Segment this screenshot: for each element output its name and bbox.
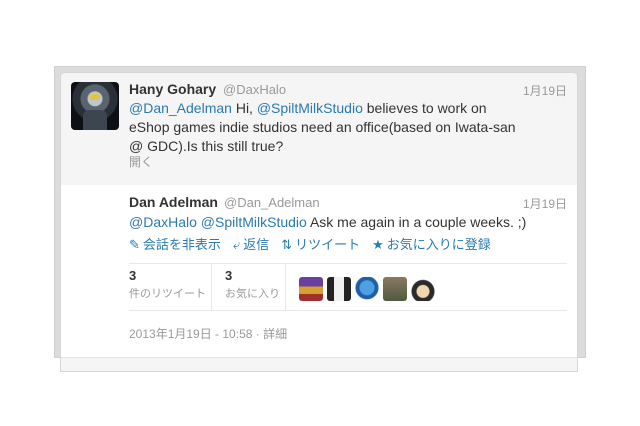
original-tweet[interactable]: Hany Gohary @DaxHalo 1月19日 @Dan_Adelman …: [61, 73, 577, 186]
favorite-button[interactable]: ★ お気に入りに登録: [372, 234, 491, 253]
expand-link[interactable]: 開く: [129, 153, 153, 170]
avatar-visor: [90, 94, 100, 100]
retweet-icon: ⇅: [281, 237, 293, 252]
tweet-text: @DaxHalo @SpiltMilkStudio Ask me again i…: [129, 213, 559, 232]
tweet-date[interactable]: 1月19日: [523, 82, 567, 99]
divider: [211, 264, 212, 310]
reply-button[interactable]: ⤶ 返信: [233, 234, 269, 253]
reply-tweet[interactable]: Dan Adelman @Dan_Adelman 1月19日 @DaxHalo …: [61, 185, 577, 371]
retweet-button[interactable]: ⇅ リツイート: [281, 234, 360, 253]
mention-link[interactable]: @SpiltMilkStudio: [257, 100, 363, 116]
mention-link[interactable]: @DaxHalo: [129, 214, 197, 230]
panel-footer: [61, 357, 577, 371]
author-name[interactable]: Hany Gohary: [129, 81, 216, 97]
tweet-text: @Dan_Adelman Hi, @SpiltMilkStudio believ…: [129, 99, 529, 156]
author-handle[interactable]: @Dan_Adelman: [224, 195, 320, 210]
retweet-label: リツイート: [295, 237, 361, 252]
tweet-date[interactable]: 1月19日: [523, 195, 567, 212]
avatar[interactable]: [299, 277, 323, 301]
favorite-label: お気に入りに登録: [386, 237, 491, 252]
full-timestamp[interactable]: 2013年1月19日 - 10:58 · 詳細: [129, 325, 287, 342]
mention-link[interactable]: @Dan_Adelman: [129, 100, 232, 116]
favorite-count[interactable]: 3 お気に入り: [225, 268, 280, 301]
avatar[interactable]: [383, 277, 407, 301]
author-name[interactable]: Dan Adelman: [129, 194, 218, 210]
tweet-text-part: Hi,: [231, 100, 257, 116]
favorite-count-value: 3: [225, 268, 233, 283]
retweet-count-value: 3: [129, 268, 137, 283]
reply-label: 返信: [243, 237, 270, 252]
divider: [285, 264, 286, 310]
author-handle[interactable]: @DaxHalo: [223, 82, 286, 97]
reply-arrow-icon: ⤶: [232, 237, 241, 252]
favoriter-avatars: [299, 277, 435, 301]
avatar[interactable]: [355, 277, 379, 301]
avatar-body: [83, 110, 107, 130]
tweet-conversation-panel: Hany Gohary @DaxHalo 1月19日 @Dan_Adelman …: [60, 72, 578, 372]
hide-conversation-button[interactable]: ✎ 会話を非表示: [129, 234, 221, 253]
comment-icon: ✎: [129, 237, 140, 252]
tweet-text-part: Ask me again in a couple weeks. ;): [306, 214, 527, 230]
mention-link[interactable]: @SpiltMilkStudio: [201, 214, 307, 230]
favorite-count-label: お気に入り: [225, 288, 280, 300]
avatar[interactable]: [71, 82, 119, 130]
tweet-stats: 3 件のリツイート 3 お気に入り: [129, 263, 567, 311]
avatar[interactable]: [327, 277, 351, 301]
hide-conversation-label: 会話を非表示: [142, 237, 221, 252]
star-icon: ★: [372, 237, 384, 252]
tweet-actions: ✎ 会話を非表示 ⤶ 返信 ⇅ リツイート ★ お気に入りに登録: [129, 234, 491, 253]
retweet-count-label: 件のリツイート: [129, 288, 206, 300]
avatar[interactable]: [411, 277, 435, 301]
retweet-count[interactable]: 3 件のリツイート: [129, 268, 206, 301]
